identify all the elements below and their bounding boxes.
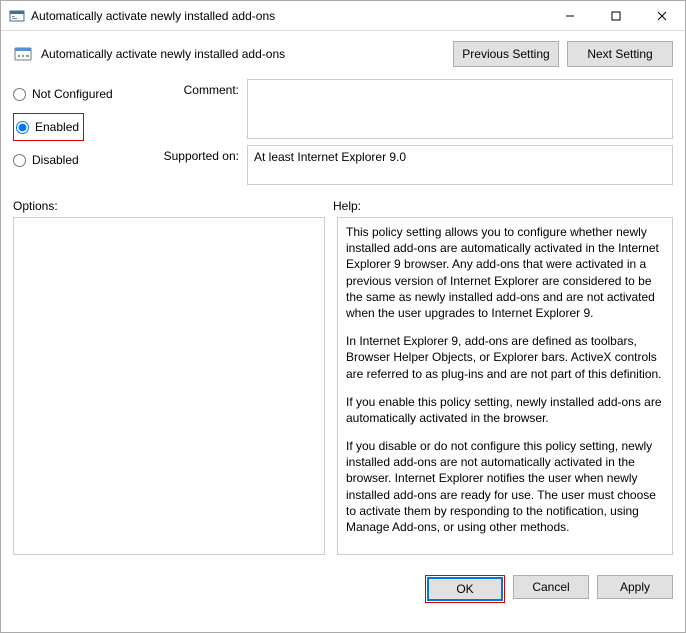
radio-enabled[interactable]: Enabled [16, 116, 79, 138]
policy-title: Automatically activate newly installed a… [41, 47, 445, 61]
next-setting-button[interactable]: Next Setting [567, 41, 673, 67]
help-paragraph: This policy setting allows you to config… [346, 224, 664, 321]
comment-textarea[interactable] [247, 79, 673, 139]
options-panel [13, 217, 325, 555]
ok-highlight: OK [425, 575, 505, 603]
policy-icon [13, 44, 33, 64]
help-paragraph: If you enable this policy setting, newly… [346, 394, 664, 426]
close-button[interactable] [639, 1, 685, 31]
apply-button[interactable]: Apply [597, 575, 673, 599]
help-panel: This policy setting allows you to config… [337, 217, 673, 555]
maximize-button[interactable] [593, 1, 639, 31]
radio-enabled-input[interactable] [16, 121, 29, 134]
cancel-button[interactable]: Cancel [513, 575, 589, 599]
minimize-button[interactable] [547, 1, 593, 31]
radio-disabled-input[interactable] [13, 154, 26, 167]
previous-setting-button[interactable]: Previous Setting [453, 41, 559, 67]
ok-button[interactable]: OK [427, 577, 503, 601]
dialog-footer: OK Cancel Apply [1, 565, 685, 613]
enabled-highlight: Enabled [13, 113, 84, 141]
radio-enabled-label: Enabled [35, 120, 79, 134]
radio-not-configured-input[interactable] [13, 88, 26, 101]
window-title: Automatically activate newly installed a… [31, 9, 547, 23]
help-paragraph: In Internet Explorer 9, add-ons are defi… [346, 333, 664, 382]
supported-on-value: At least Internet Explorer 9.0 [247, 145, 673, 185]
supported-on-label: Supported on: [153, 145, 239, 163]
help-paragraph: If you disable or do not configure this … [346, 438, 664, 535]
radio-disabled[interactable]: Disabled [13, 149, 143, 171]
comment-label: Comment: [153, 79, 239, 97]
radio-disabled-label: Disabled [32, 153, 79, 167]
state-radio-group: Not Configured Enabled Disabled [13, 79, 143, 191]
radio-not-configured[interactable]: Not Configured [13, 83, 143, 105]
titlebar: Automatically activate newly installed a… [1, 1, 685, 31]
options-label: Options: [13, 199, 333, 213]
help-label: Help: [333, 199, 361, 213]
radio-not-configured-label: Not Configured [32, 87, 113, 101]
gpo-editor-icon [9, 8, 25, 24]
